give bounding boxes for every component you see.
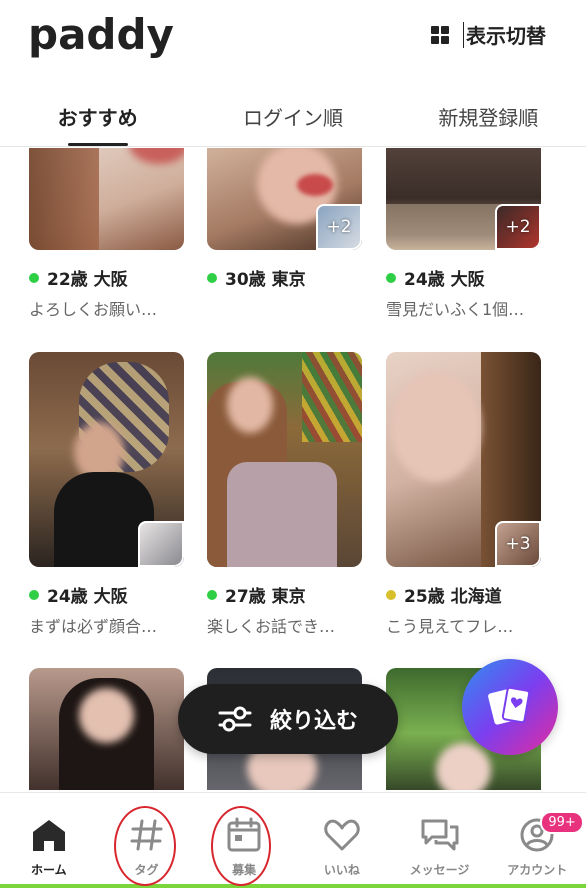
more-photos-thumbnail[interactable]: +2: [316, 204, 362, 250]
profile-meta: 27歳 東京: [207, 582, 362, 607]
profile-card[interactable]: +3 25歳 北海道 こう見えてフレ…: [386, 352, 541, 637]
photo-detail: [79, 688, 134, 743]
online-status-dot: [29, 589, 39, 600]
profile-bio: 雪見だいふく1個…: [386, 300, 525, 319]
profile-photo[interactable]: +2: [386, 148, 541, 250]
annotation-circle: [114, 806, 176, 886]
paddy-logo: paddy: [28, 10, 174, 59]
more-photos-count: +3: [505, 534, 531, 554]
profile-photo[interactable]: +2: [207, 148, 362, 250]
more-photos-thumbnail[interactable]: [138, 521, 184, 567]
profile-age-city: 30歳 東京: [225, 270, 306, 290]
nav-likes[interactable]: いいね: [293, 793, 391, 888]
home-icon: [32, 820, 65, 851]
nav-label: いいね: [323, 863, 360, 877]
profile-age-city: 22歳 大阪: [47, 270, 128, 290]
grid-view-icon: [431, 25, 449, 44]
nav-home[interactable]: ホーム: [0, 793, 98, 888]
nav-label: アカウント: [507, 863, 568, 877]
photo-detail: [436, 743, 491, 790]
nav-label: ホーム: [31, 863, 67, 877]
photo-detail: [129, 148, 184, 164]
nav-account[interactable]: アカウント 99+: [488, 793, 586, 888]
bottom-navigation: ホーム タグ 募集 いいね メッセージ アカウント 99+: [0, 792, 586, 888]
notification-badge: 99+: [540, 811, 584, 834]
tab-login-order[interactable]: ログイン順: [195, 90, 390, 146]
cards-heart-icon: [488, 686, 531, 725]
online-status-dot: [207, 589, 217, 600]
profile-meta: 24歳 大阪: [29, 582, 184, 607]
profile-age-city: 27歳 東京: [225, 587, 306, 607]
nav-messages[interactable]: メッセージ: [391, 793, 489, 888]
more-photos-count: +2: [505, 217, 531, 237]
profile-bio: こう見えてフレ…: [386, 617, 514, 636]
nav-label: メッセージ: [409, 863, 470, 877]
tab-recommended[interactable]: おすすめ: [0, 90, 195, 146]
away-status-dot: [386, 589, 396, 600]
photo-detail: [29, 148, 99, 250]
more-photos-thumbnail[interactable]: +3: [495, 521, 541, 567]
photo-detail: [227, 377, 273, 433]
more-photos-count: +2: [326, 217, 352, 237]
filter-button[interactable]: 絞り込む: [178, 684, 398, 754]
profile-photo[interactable]: [29, 148, 184, 250]
profile-meta: 24歳 大阪: [386, 265, 541, 290]
profile-bio: 楽しくお話でき…: [207, 617, 336, 636]
online-status-dot: [207, 272, 217, 283]
tab-new-registration[interactable]: 新規登録順: [391, 90, 586, 146]
photo-detail: [227, 462, 337, 567]
profile-age-city: 24歳 大阪: [47, 587, 128, 607]
profile-photo[interactable]: +3: [386, 352, 541, 567]
profile-meta: 22歳 大阪: [29, 265, 184, 290]
view-toggle-label: 表示切替: [466, 24, 546, 48]
view-toggle-button[interactable]: 表示切替: [431, 20, 546, 49]
photo-detail: [297, 174, 333, 196]
profile-photo[interactable]: [29, 352, 184, 567]
photo-detail: [302, 352, 362, 442]
profile-card[interactable]: 27歳 東京 楽しくお話でき…: [207, 352, 362, 637]
profile-bio: まずは必ず顔合…: [29, 617, 158, 636]
sliders-icon: [218, 706, 252, 732]
bottom-accent-line: [0, 884, 586, 888]
profile-card[interactable]: [29, 668, 184, 790]
profile-age-city: 25歳 北海道: [404, 587, 502, 607]
profile-card[interactable]: 24歳 大阪 まずは必ず顔合…: [29, 352, 184, 637]
filter-button-label: 絞り込む: [269, 709, 358, 734]
profile-card[interactable]: 22歳 大阪 よろしくお願い…: [29, 148, 184, 320]
app-header: paddy 表示切替: [0, 0, 586, 80]
heart-icon: [324, 819, 360, 851]
annotation-circle: [211, 806, 271, 886]
sort-tabs: おすすめ ログイン順 新規登録順: [0, 90, 586, 147]
profile-card[interactable]: +2 24歳 大阪 雪見だいふく1個…: [386, 148, 541, 320]
profile-photo[interactable]: [29, 668, 184, 790]
profile-age-city: 24歳 大阪: [404, 270, 485, 290]
photo-detail: [391, 372, 481, 482]
online-status-dot: [29, 272, 39, 283]
card-swipe-button[interactable]: [462, 659, 558, 755]
profile-meta: 30歳 東京: [207, 265, 362, 290]
chat-icon: [421, 819, 459, 851]
text-cursor: [463, 21, 464, 48]
profile-photo[interactable]: [207, 352, 362, 567]
profile-card[interactable]: +2 30歳 東京: [207, 148, 362, 290]
profile-bio: よろしくお願い…: [29, 300, 158, 319]
profile-meta: 25歳 北海道: [386, 582, 541, 607]
online-status-dot: [386, 272, 396, 283]
more-photos-thumbnail[interactable]: +2: [495, 204, 541, 250]
